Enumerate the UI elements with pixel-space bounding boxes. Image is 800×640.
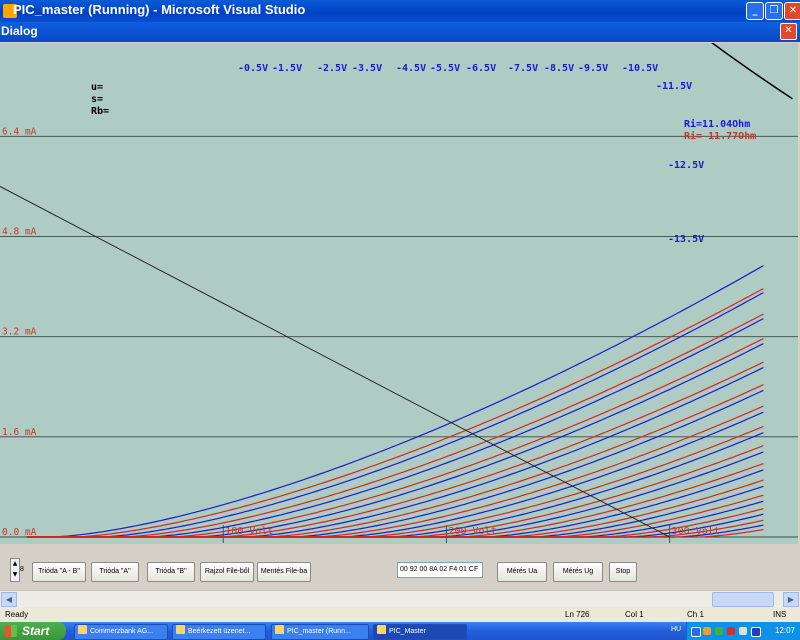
x-tick-label: 100 Volt <box>225 526 273 537</box>
dialog-titlebar: Dialog ✕ <box>0 22 800 42</box>
ri-red-label: Ri= 11.77Ohm <box>684 130 756 142</box>
grid-voltage-label: -5.5V <box>430 63 460 74</box>
mentes-file-button[interactable]: Mentés File-ba <box>257 562 311 582</box>
y-tick-label: 3.2 mA <box>2 327 37 338</box>
grid-voltage-label: -4.5V <box>396 63 426 74</box>
grid-voltage-label: -10.5V <box>622 63 658 74</box>
ri-blue-label: Ri=11.04Ohm <box>684 118 750 130</box>
window-titlebar: PIC_master (Running) - Microsoft Visual … <box>0 0 800 22</box>
dialog-close-icon[interactable]: ✕ <box>780 23 797 40</box>
start-button[interactable]: Start <box>0 622 66 640</box>
spin-down-icon[interactable]: ▼ <box>11 570 19 581</box>
status-bar: Ready Ln 726 Col 1 Ch 1 INS <box>0 607 800 622</box>
scroll-thumb[interactable] <box>712 592 774 607</box>
task-pic-master-vs[interactable]: PIC_master (Runn... <box>271 624 369 640</box>
grid-voltage-label: -13.5V <box>668 234 704 245</box>
grid-voltage-label: -1.5V <box>272 63 302 74</box>
rajzol-file-button[interactable]: Rajzol File-ből <box>200 562 254 582</box>
restore-icon[interactable]: ❐ <box>765 2 783 20</box>
y-axis-labels: 6.4 mA 4.8 mA 3.2 mA 1.6 mA 0.0 mA <box>2 126 37 538</box>
y-tick-label: 6.4 mA <box>2 126 37 137</box>
x-tick-label: 200 Volt <box>448 526 496 537</box>
control-panel: ▲ ▼ 8 Trióda "A - B" Trióda "A" Trióda "… <box>0 544 800 590</box>
curves <box>26 265 764 538</box>
status-ready: Ready <box>5 610 29 619</box>
status-col: Col 1 <box>625 610 644 619</box>
meres-ua-button[interactable]: Mérés Ua <box>497 562 547 582</box>
grid-voltage-label: -0.5V <box>238 63 268 74</box>
x-tick-label: 300 Volt <box>672 526 720 537</box>
grid-voltage-label: -8.5V <box>544 63 574 74</box>
system-tray: HU 12:07 <box>671 622 800 640</box>
grid-voltage-label: -7.5V <box>508 63 538 74</box>
info-rb: Rb= <box>91 106 109 117</box>
mail-icon <box>176 625 185 634</box>
trioda-b-button[interactable]: Trióda "B" <box>147 562 195 582</box>
task-pic-master[interactable]: PIC_Master <box>373 624 467 640</box>
blue-curve <box>26 343 764 538</box>
red-curve <box>26 384 764 538</box>
tray-back-icon[interactable] <box>691 627 701 637</box>
app-window-icon <box>377 625 386 634</box>
stop-button[interactable]: Stop <box>609 562 637 582</box>
trioda-ab-button[interactable]: Trióda "A - B" <box>32 562 86 582</box>
red-curve <box>26 313 764 538</box>
grid-voltage-labels: -0.5V -1.5V -2.5V -3.5V -4.5V -5.5V -6.5V -7.5V… <box>238 63 704 245</box>
browser-icon <box>78 625 87 634</box>
grid-voltage-label: -11.5V <box>656 81 692 92</box>
language-indicator[interactable]: HU <box>671 626 681 633</box>
meres-ug-button[interactable]: Mérés Ug <box>553 562 603 582</box>
info-block: u= s= Rb= <box>91 82 109 117</box>
close-icon[interactable]: ✕ <box>784 2 800 20</box>
blue-curve <box>26 292 764 538</box>
scroll-right-icon[interactable]: ▶ <box>783 592 799 607</box>
grid-voltage-label: -9.5V <box>578 63 608 74</box>
tray-security-icon[interactable] <box>715 627 723 635</box>
dissipation-curve <box>711 43 793 100</box>
y-tick-label: 1.6 mA <box>2 427 37 438</box>
status-ch: Ch 1 <box>687 610 704 619</box>
task-commerzbank[interactable]: Commerzbank AG... <box>74 624 168 640</box>
status-line: Ln 726 <box>565 610 590 619</box>
visual-studio-icon <box>275 625 284 634</box>
tray-volume-icon[interactable] <box>739 627 747 635</box>
info-u: u= <box>91 82 103 93</box>
status-ins: INS <box>773 610 787 619</box>
tray-media-icon[interactable] <box>751 627 761 637</box>
red-curve <box>26 338 764 538</box>
data-field[interactable]: 00 92 00 8A 02 F4 01 CF <box>397 562 483 578</box>
grid-voltage-label: -6.5V <box>466 63 496 74</box>
dialog-title: Dialog <box>1 24 38 38</box>
info-s: s= <box>91 94 103 105</box>
grid-voltage-label: -2.5V <box>317 63 347 74</box>
spin-up-icon[interactable]: ▲ <box>11 559 19 570</box>
grid-lines <box>0 135 798 543</box>
window-title: PIC_master (Running) - Microsoft Visual … <box>13 2 306 17</box>
y-tick-label: 4.8 mA <box>2 227 37 238</box>
characteristic-plot: u= s= Rb= 6.4 mA 4.8 mA 3.2 mA 1.6 mA 0.0 mA… <box>0 43 798 544</box>
horizontal-scrollbar[interactable]: ◀ ▶ <box>0 590 800 607</box>
spin-control[interactable]: ▲ ▼ <box>10 558 20 582</box>
tray-network-icon[interactable] <box>703 627 711 635</box>
grid-voltage-label: -12.5V <box>668 160 704 171</box>
trioda-a-button[interactable]: Trióda "A" <box>91 562 139 582</box>
y-tick-label: 0.0 mA <box>2 527 37 538</box>
tray-antivirus-icon[interactable] <box>727 627 735 635</box>
scroll-left-icon[interactable]: ◀ <box>1 592 17 607</box>
task-inbox[interactable]: Beérkezett üzenet... <box>172 624 266 640</box>
taskbar: Start Commerzbank AG... Beérkezett üzene… <box>0 622 800 640</box>
grid-voltage-label: -3.5V <box>352 63 382 74</box>
spin-value: 8 <box>20 566 24 573</box>
minimize-icon[interactable]: _ <box>746 2 764 20</box>
clock: 12:07 <box>774 626 795 635</box>
windows-flag-icon <box>5 625 17 637</box>
load-line <box>0 186 670 538</box>
